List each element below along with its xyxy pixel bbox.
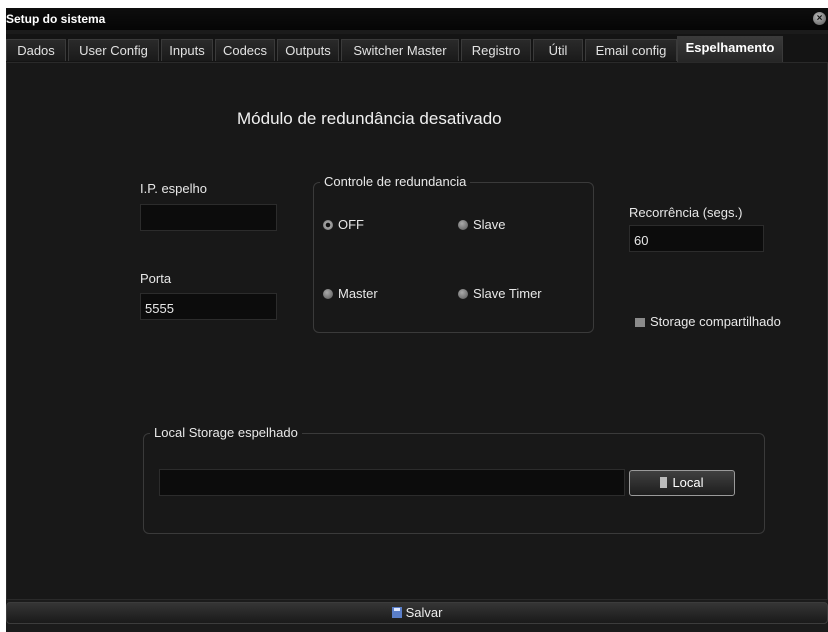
redundancy-control-group: Controle de redundancia OFF Slave Master…	[313, 174, 594, 333]
shared-storage-checkbox[interactable]: Storage compartilhado	[635, 314, 781, 329]
mirror-ip-label: I.P. espelho	[140, 181, 207, 196]
tab-switcher-master[interactable]: Switcher Master	[341, 39, 459, 61]
radio-icon	[458, 289, 468, 299]
tab-email-config[interactable]: Email config	[585, 39, 677, 61]
tab-bar: Dados User Config Inputs Codecs Outputs …	[6, 34, 828, 62]
radio-master-label: Master	[338, 286, 378, 301]
setup-window: Setup do sistema × Dados User Config Inp…	[6, 8, 828, 632]
tab-user-config[interactable]: User Config	[68, 39, 159, 61]
tab-dados[interactable]: Dados	[6, 39, 66, 61]
radio-slave-timer[interactable]: Slave Timer	[458, 286, 542, 301]
local-storage-legend: Local Storage espelhado	[150, 425, 302, 440]
tab-codecs[interactable]: Codecs	[215, 39, 275, 61]
close-icon[interactable]: ×	[813, 12, 826, 25]
redundancy-legend: Controle de redundancia	[320, 174, 471, 189]
radio-icon	[323, 289, 333, 299]
recurrence-input[interactable]: 60	[629, 225, 764, 252]
espelhamento-panel: Módulo de redundância desativado I.P. es…	[6, 62, 828, 600]
radio-slave-label: Slave	[473, 217, 506, 232]
port-input[interactable]: 5555	[140, 293, 277, 320]
radio-slave[interactable]: Slave	[458, 217, 506, 232]
radio-slave-timer-label: Slave Timer	[473, 286, 542, 301]
floppy-disk-icon	[391, 607, 402, 618]
save-label: Salvar	[405, 605, 443, 620]
checkbox-icon	[635, 318, 645, 327]
lock-icon	[660, 477, 668, 488]
tab-outputs[interactable]: Outputs	[277, 39, 339, 61]
background-strip	[0, 0, 828, 6]
save-button[interactable]: Salvar	[6, 602, 828, 624]
radio-off-label: OFF	[338, 217, 364, 232]
radio-icon	[458, 220, 468, 230]
redundancy-status: Módulo de redundância desativado	[237, 109, 502, 128]
tab-espelhamento[interactable]: Espelhamento	[677, 36, 783, 62]
local-button-label: Local	[672, 475, 704, 490]
port-label: Porta	[140, 271, 172, 286]
radio-selected-icon	[323, 220, 333, 230]
mirror-ip-input[interactable]	[140, 204, 277, 231]
radio-off[interactable]: OFF	[323, 217, 364, 232]
recurrence-label: Recorrência (segs.)	[629, 205, 743, 220]
tab-util[interactable]: Útil	[533, 39, 583, 61]
tab-inputs[interactable]: Inputs	[161, 39, 213, 61]
radio-master[interactable]: Master	[323, 286, 378, 301]
local-button[interactable]: Local	[629, 470, 735, 496]
tab-registro[interactable]: Registro	[461, 39, 531, 61]
window-title: Setup do sistema	[6, 12, 106, 26]
shared-storage-label: Storage compartilhado	[650, 314, 781, 329]
local-storage-path-input[interactable]	[159, 469, 625, 496]
title-bar: Setup do sistema ×	[6, 8, 828, 30]
